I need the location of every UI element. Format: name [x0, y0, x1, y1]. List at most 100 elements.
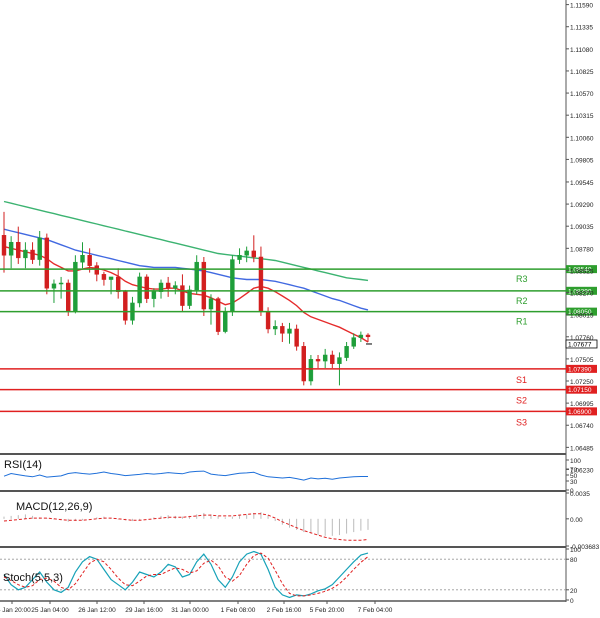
level-label-s1: S1 — [516, 375, 527, 385]
rsi-panel: 1007050300RSI(14) — [3, 458, 581, 495]
subpanel-tick-label: 100 — [570, 547, 581, 554]
price-tick-label: 1.08780 — [570, 246, 594, 253]
subpanel-tick-label: 30 — [570, 479, 578, 486]
level-label-r1: R1 — [516, 317, 528, 327]
candle-body — [115, 276, 121, 292]
price-tick-label: 1.07250 — [570, 379, 594, 386]
candle-body — [66, 282, 71, 312]
time-tick-label: 1 Feb 08:00 — [221, 607, 256, 614]
stoch-title: Stoch(5,5,3) — [3, 572, 63, 584]
candle-body — [365, 334, 371, 338]
level-label-r3: R3 — [516, 274, 528, 284]
candle-body — [108, 276, 114, 280]
subpanel-tick-label: 0 — [570, 598, 574, 605]
price-tick-label: 1.06995 — [570, 401, 594, 408]
subpanel-tick-label: 0.0035 — [570, 491, 590, 498]
candle-body — [30, 249, 35, 260]
macd-title: MACD(12,26,9) — [16, 501, 92, 513]
level-label-s3: S3 — [516, 417, 527, 427]
candle-body — [337, 357, 342, 364]
candle-body — [187, 289, 192, 306]
price-tick-label: 1.09290 — [570, 202, 594, 209]
ma-red-line — [3, 245, 369, 343]
candle-body — [287, 328, 292, 334]
price-tick-label: 1.08015 — [570, 313, 594, 320]
forex-chart: R31.08540R21.08290R11.08050S11.07390S21.… — [0, 0, 600, 614]
chart-root: R3 1.08540 R2 1.08290 R1 1.08050 S1 1.07390 S2 1.… — [0, 0, 600, 618]
price-tick-label: 1.11335 — [570, 25, 593, 32]
candle-body — [315, 359, 321, 362]
subpanel-tick-label: 0.00 — [570, 517, 583, 524]
candle-body — [208, 298, 214, 310]
price-tick-label: 1.08525 — [570, 268, 594, 275]
candle-body — [244, 250, 249, 256]
price-tick-label: 1.08270 — [570, 291, 594, 298]
price-tick-label: 1.09805 — [570, 157, 594, 164]
level-label-r2: R2 — [516, 296, 528, 306]
time-tick-label: 7 Feb 04:00 — [358, 607, 393, 614]
candle-body — [94, 265, 99, 275]
candle-body — [308, 359, 314, 382]
candle-body — [23, 249, 28, 259]
candle-body — [144, 276, 149, 299]
candle-body — [258, 256, 264, 312]
level-price-label: 1.07390 — [568, 366, 592, 373]
price-tick-label: 1.11590 — [570, 3, 593, 10]
candle-body — [294, 328, 299, 347]
subpanel-tick-label: 100 — [570, 458, 581, 465]
candle-body — [44, 237, 50, 289]
subpanel-tick-label: 20 — [570, 588, 578, 595]
candle-body — [237, 255, 242, 260]
candle-body — [280, 326, 285, 334]
candle-body — [58, 282, 64, 285]
time-tick-label: 25 Jan 04:00 — [31, 607, 69, 614]
price-tick-label: 1.10315 — [570, 113, 594, 120]
candle-body — [223, 311, 228, 332]
candle-body — [173, 285, 178, 289]
current-price-label: 1.07677 — [568, 341, 592, 348]
price-tick-label: 1.11080 — [570, 47, 593, 54]
price-tick-label: 1.07760 — [570, 335, 594, 342]
price-tick-label: 1.10570 — [570, 91, 594, 98]
candle-body — [301, 346, 306, 382]
candle-body — [358, 334, 364, 338]
candle-body — [16, 241, 21, 259]
price-tick-label: 1.10060 — [570, 135, 594, 142]
time-tick-label: 2 Feb 16:00 — [267, 607, 302, 614]
macd-signal-line — [3, 513, 369, 541]
macd-panel: 0.00350.00-0.003683MACD(12,26,9) — [3, 491, 600, 551]
price-axis: 1.11590 1.11335 1.11080 1.10825 1.10570 1.103… — [566, 3, 594, 474]
time-tick-label: 5 Feb 20:00 — [310, 607, 345, 614]
candle-body — [215, 298, 221, 332]
candle-body — [80, 255, 85, 263]
level-price-label: 1.06900 — [568, 409, 592, 416]
level-label-s2: S2 — [516, 396, 527, 406]
level-price-label: 1.07150 — [568, 387, 592, 394]
candle-body — [344, 346, 349, 358]
candle-body — [273, 326, 278, 330]
candle-body — [180, 285, 185, 306]
candle-body — [8, 241, 14, 256]
price-tick-label: 1.09545 — [570, 180, 594, 187]
time-tick-label: 29 Jan 16:00 — [125, 607, 163, 614]
time-tick-label: 31 Jan 00:00 — [171, 607, 209, 614]
time-tick-label: 26 Jan 12:00 — [78, 607, 116, 614]
candle-body — [123, 291, 128, 321]
price-tick-label: 1.10825 — [570, 69, 594, 76]
candle-body — [101, 274, 107, 280]
candle-body — [230, 259, 235, 312]
subpanel-tick-label: 80 — [570, 557, 578, 564]
candle-body — [51, 283, 57, 289]
candle-body — [151, 291, 157, 299]
candle-body — [137, 276, 142, 304]
candle-body — [265, 311, 271, 330]
candle-body — [330, 354, 335, 364]
price-tick-label: 1.09035 — [570, 224, 594, 231]
time-tick-label: 24 Jan 20:00 — [0, 607, 31, 614]
price-tick-label: 1.06485 — [570, 445, 594, 452]
candle-body — [165, 282, 171, 289]
candle-body — [322, 354, 328, 362]
candles — [1, 211, 371, 386]
rsi-title: RSI(14) — [4, 459, 42, 471]
rsi-line — [3, 470, 368, 481]
